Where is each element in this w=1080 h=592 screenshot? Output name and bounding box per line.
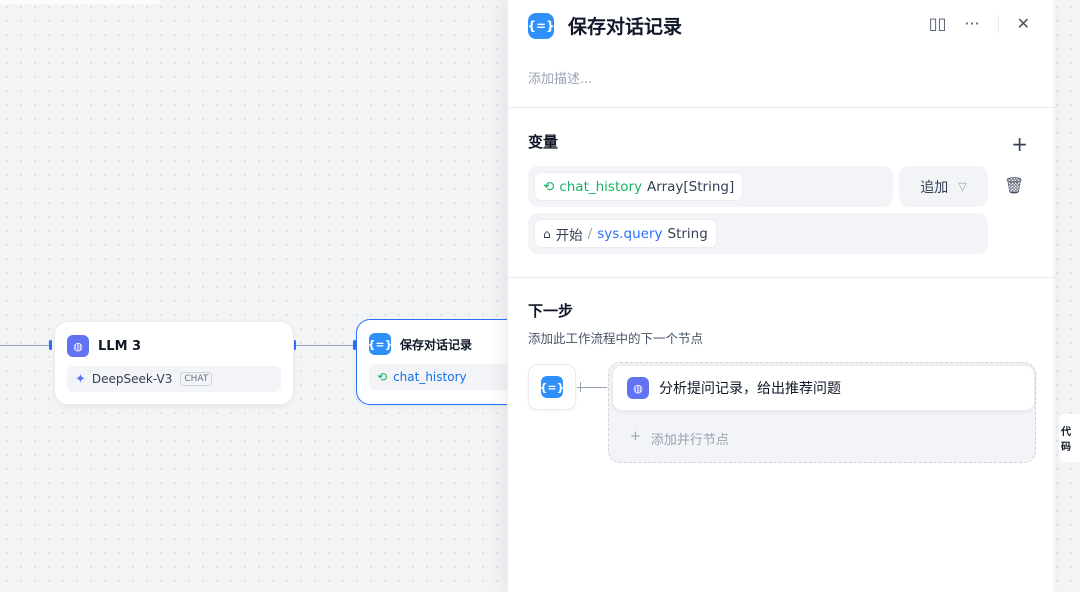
plus-icon: + (630, 429, 641, 444)
book-icon[interactable]: ▯▯ (929, 14, 947, 33)
edge-incoming (0, 345, 50, 346)
partial-node-label: 代码 (1059, 414, 1080, 462)
assigned-variable-name: chat_history (559, 178, 643, 195)
close-icon[interactable]: ✕ (1017, 14, 1030, 33)
panel-header: {=} 保存对话记录 (527, 12, 682, 39)
variable-braces-icon: {=} (540, 376, 564, 398)
panel-actions: ▯▯ ··· ✕ (929, 14, 1030, 33)
assigned-variable-type: Array[String] (647, 178, 735, 195)
canvas-top-edge (0, 0, 160, 4)
trash-icon[interactable]: 🗑 (1004, 176, 1024, 195)
operation-select[interactable]: 追加 ▽ (899, 166, 988, 207)
assigned-variable-chip: ⟲ chat_history Array[String] (534, 172, 744, 201)
deepseek-icon: ✦ (75, 371, 86, 387)
model-name: DeepSeek-V3 (91, 372, 173, 386)
assigner-variable-name: chat_history (393, 370, 467, 384)
llm-node[interactable]: ◍ LLM 3 ✦ DeepSeek-V3 CHAT (54, 321, 294, 405)
value-variable-selector[interactable]: ⌂ 开始 / sys.query String (528, 213, 988, 254)
brain-icon: ◍ (627, 377, 649, 399)
assigner-node[interactable]: {=} 保存对话记录 ⟲ chat_history (356, 319, 507, 405)
next-connector-tick (580, 382, 581, 392)
assigner-variable-field: ⟲ chat_history (369, 364, 507, 390)
next-step-title: 下一步 (528, 302, 574, 320)
plus-icon[interactable]: + (1011, 132, 1028, 156)
model-mode-badge: CHAT (180, 372, 213, 386)
current-node-block: {=} (528, 364, 576, 410)
section-divider (508, 277, 1057, 278)
assigned-variable-selector[interactable]: ⟲ chat_history Array[String] (528, 166, 893, 207)
chevron-down-icon: ▽ (958, 180, 967, 193)
section-divider (508, 107, 1057, 108)
operation-value: 追加 (920, 179, 949, 196)
variable-braces-icon: {=} (368, 333, 392, 355)
edge-llm-to-assigner (296, 345, 354, 346)
brain-icon: ◍ (67, 335, 89, 357)
llm-node-title: LLM 3 (98, 338, 142, 354)
value-variable-type: String (667, 225, 708, 242)
value-variable-name: sys.query (597, 225, 663, 242)
next-connector (577, 387, 607, 388)
value-variable-source: 开始 (555, 227, 583, 244)
variable-braces-icon: {=} (527, 12, 555, 39)
panel-scrollbar[interactable] (1053, 0, 1056, 592)
next-node-item[interactable]: ◍ 分析提问记录，给出推荐问题 (612, 365, 1035, 411)
header-divider (997, 14, 999, 33)
description-input[interactable]: 添加描述... (528, 68, 592, 87)
value-variable-chip: ⌂ 开始 / sys.query String (534, 219, 717, 248)
more-icon[interactable]: ··· (964, 14, 979, 33)
add-parallel-label: 添加并行节点 (650, 433, 729, 448)
next-step-subtitle: 添加此工作流程中的下一个节点 (528, 331, 704, 346)
conversation-var-icon: ⟲ (543, 178, 555, 195)
node-config-panel: {=} 保存对话记录 ▯▯ ··· ✕ 添加描述... 变量 + ⟲ chat_… (507, 0, 1057, 592)
assigner-node-title: 保存对话记录 (400, 337, 473, 352)
next-node-title: 分析提问记录，给出推荐问题 (659, 381, 841, 397)
llm-input-handle[interactable] (49, 340, 52, 350)
panel-title[interactable]: 保存对话记录 (568, 12, 682, 39)
add-parallel-node-button[interactable]: + 添加并行节点 (630, 429, 729, 448)
value-variable-separator: / (587, 225, 593, 242)
home-icon: ⌂ (543, 226, 551, 241)
model-selector[interactable]: ✦ DeepSeek-V3 CHAT (67, 366, 281, 392)
variables-section-title: 变量 (528, 133, 559, 151)
conversation-var-icon: ⟲ (377, 370, 388, 384)
